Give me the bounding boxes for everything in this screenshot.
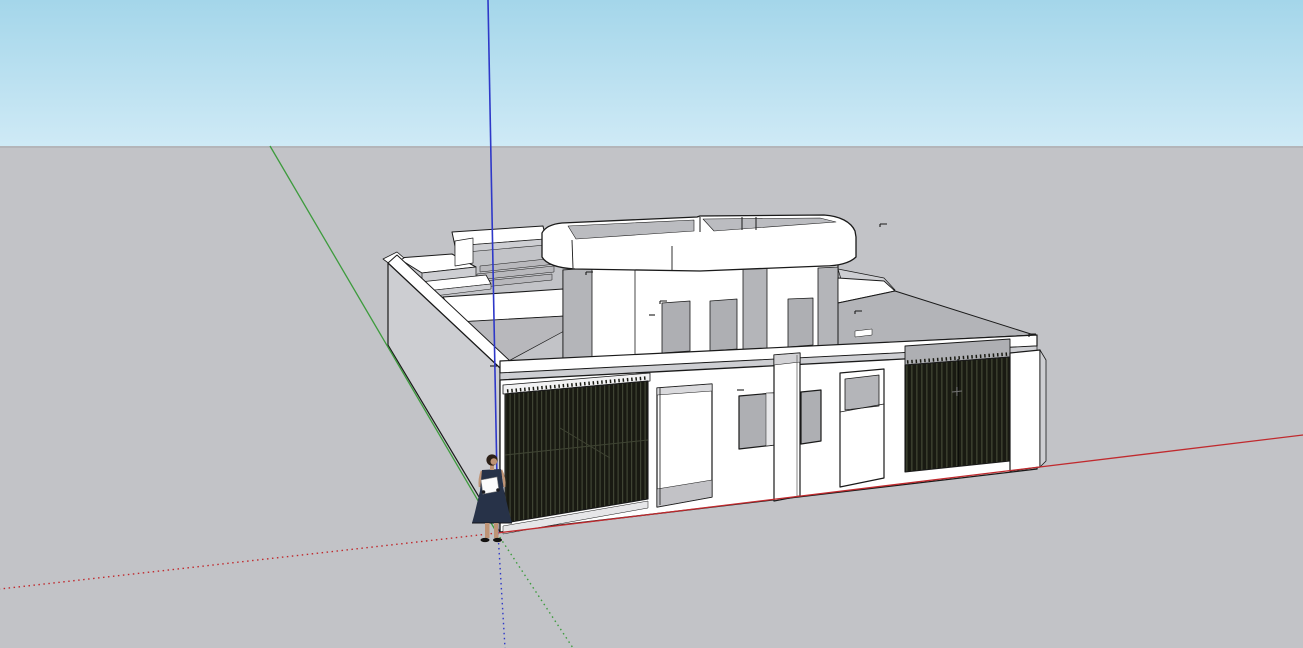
person-leg-left — [485, 523, 490, 538]
door-2-transom — [845, 375, 879, 410]
sky — [0, 0, 1303, 147]
entrance-gate[interactable] — [503, 373, 650, 523]
interior-pilaster-2[interactable] — [743, 264, 767, 353]
scene-canvas[interactable]: SketchUp-style 3D Modeling Viewport — [0, 0, 1303, 648]
window-1-reveal — [766, 393, 774, 446]
person-hand-right — [496, 488, 500, 492]
interior-pilaster-3[interactable] — [818, 267, 838, 347]
pillar-side — [1040, 350, 1046, 467]
window-1[interactable] — [739, 393, 774, 449]
entrance-gate-bars[interactable] — [505, 381, 648, 523]
interior-door-1[interactable] — [662, 301, 690, 353]
parapet-crown[interactable] — [542, 215, 856, 271]
interior-pilaster-1[interactable] — [563, 268, 592, 366]
right-corner-pillar[interactable] — [1010, 350, 1046, 471]
interior-door-3[interactable] — [788, 298, 813, 347]
interior-door-2[interactable] — [710, 299, 737, 351]
window-2-opening[interactable] — [801, 390, 821, 444]
garage[interactable] — [905, 339, 1010, 472]
stair-post[interactable] — [455, 238, 473, 266]
3d-viewport[interactable]: SketchUp-style 3D Modeling Viewport — [0, 0, 1303, 648]
person-hand-left — [482, 490, 486, 494]
pillar-face[interactable] — [1010, 350, 1040, 471]
person-neck — [490, 465, 494, 470]
person-face — [491, 458, 498, 465]
person-shoe-left — [481, 538, 490, 542]
open-doorway[interactable] — [657, 384, 712, 507]
person-leg-right — [494, 523, 499, 538]
pier-face[interactable] — [774, 353, 800, 501]
central-pier[interactable] — [774, 353, 800, 501]
door-with-transom[interactable] — [840, 369, 884, 487]
person-shoe-right — [493, 538, 502, 542]
